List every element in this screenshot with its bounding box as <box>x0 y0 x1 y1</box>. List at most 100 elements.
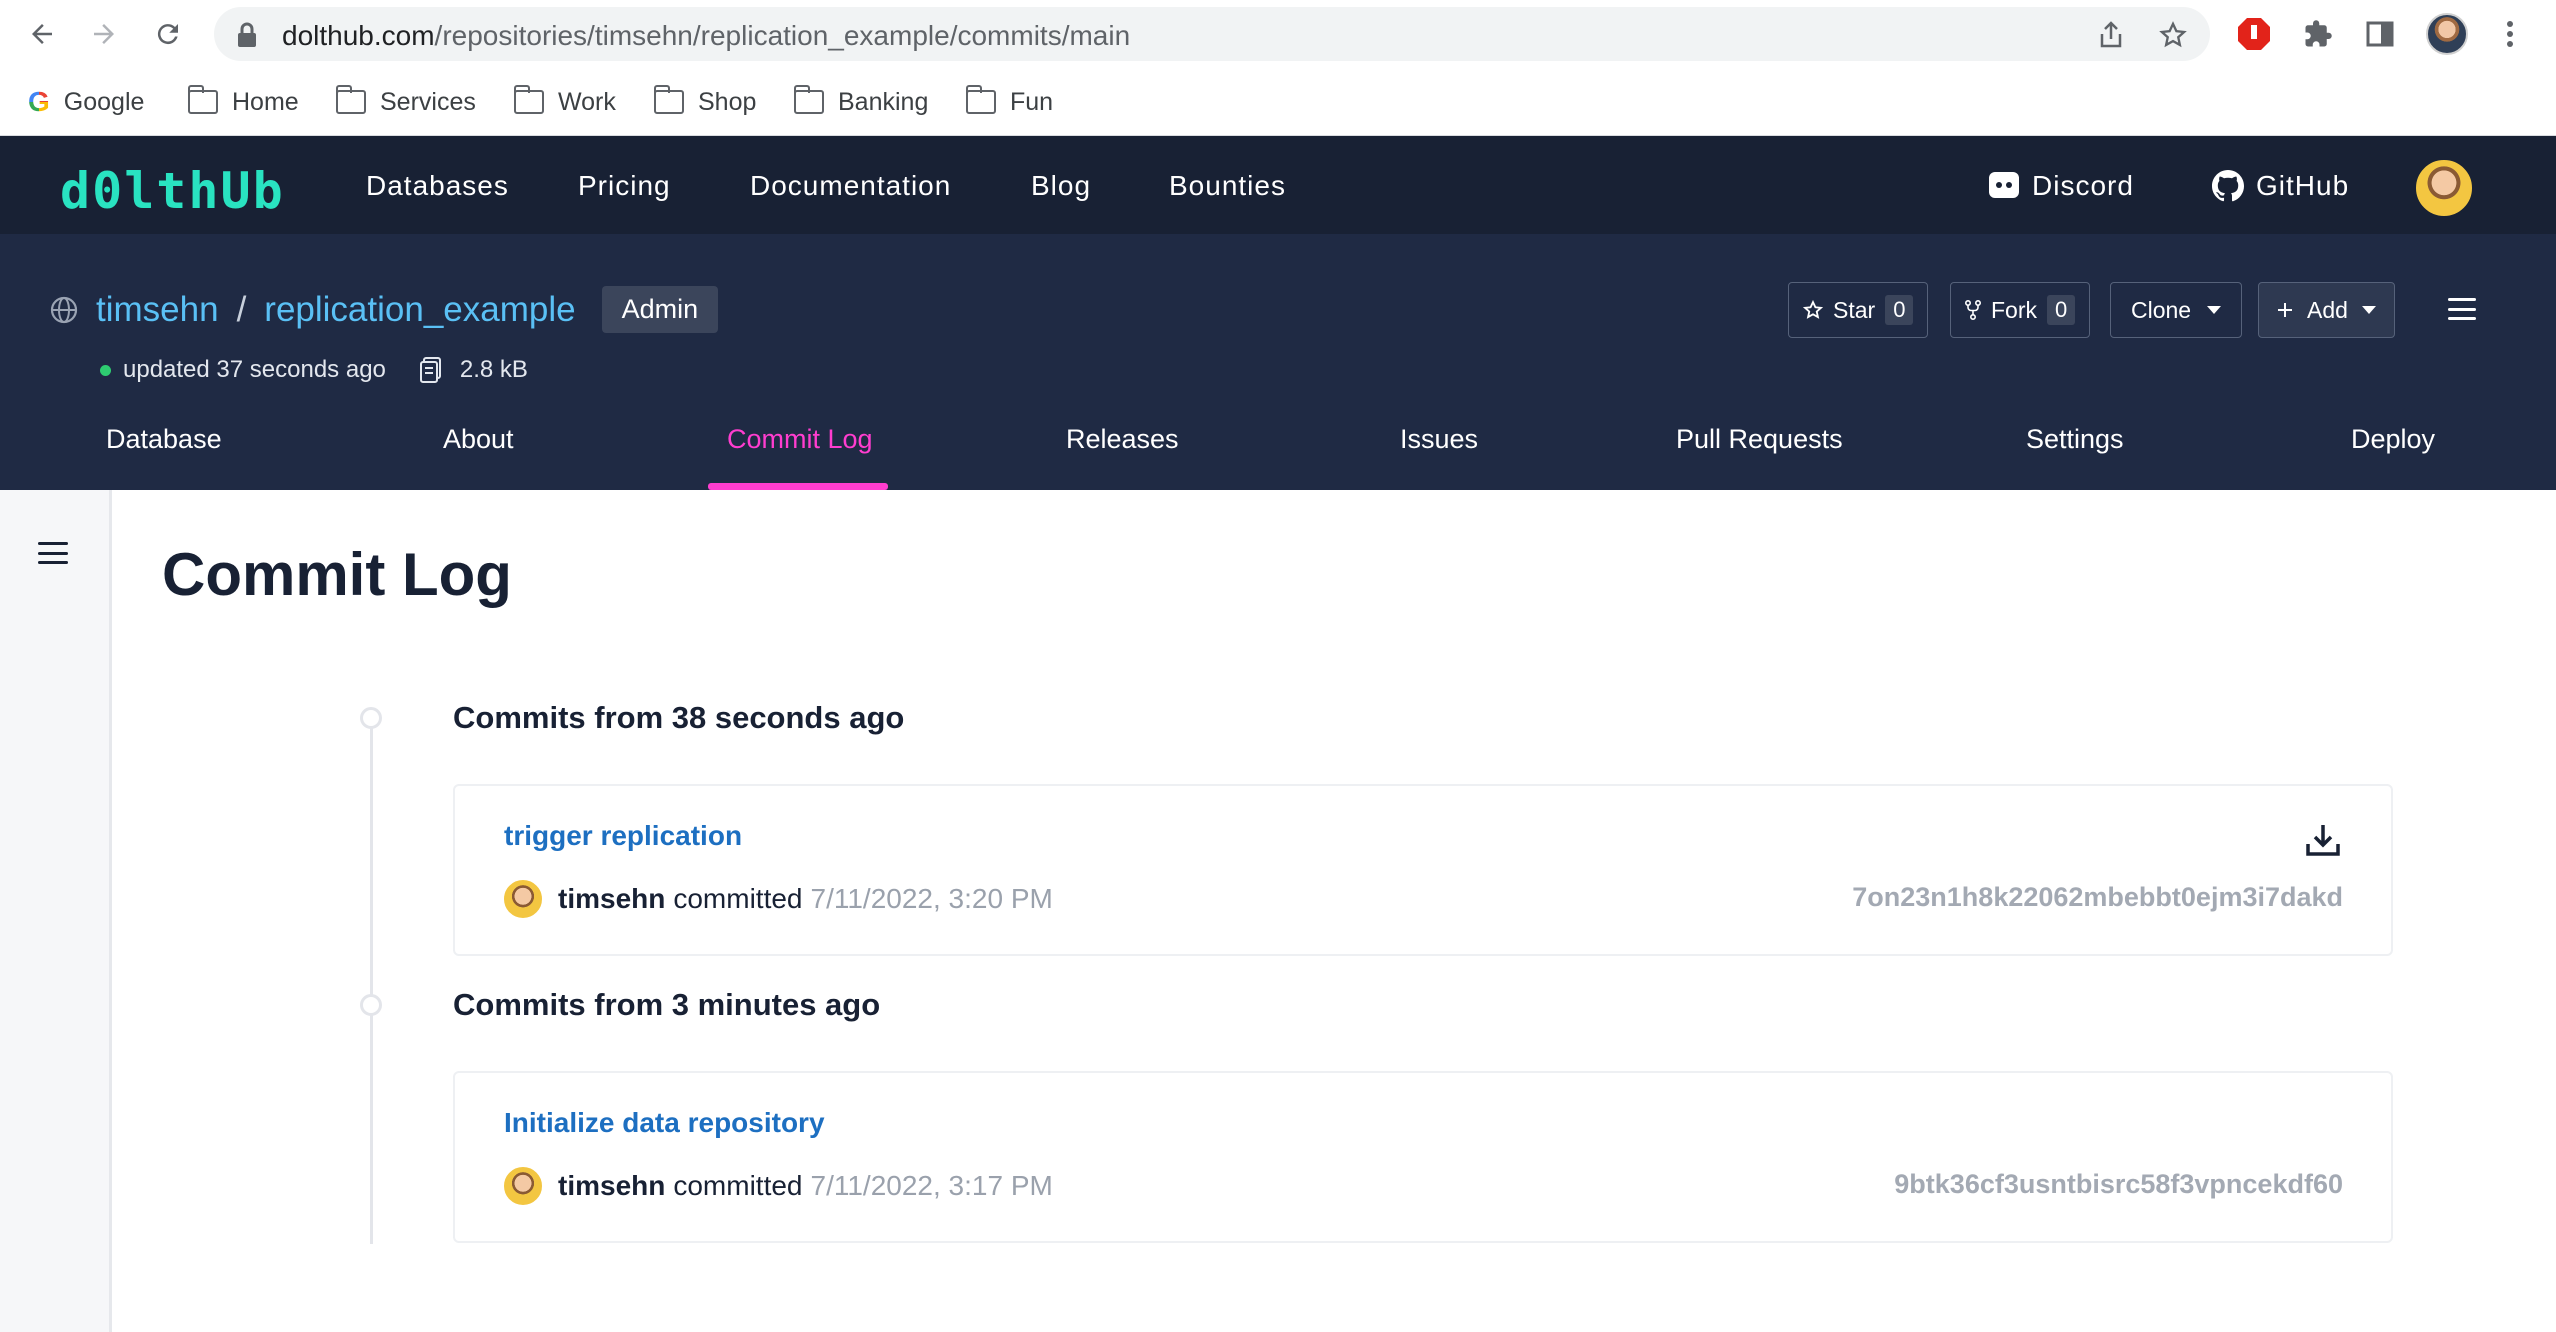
commit-message-link[interactable]: trigger replication <box>504 820 742 852</box>
commit-group-heading: Commits from 3 minutes ago <box>453 987 881 1022</box>
nav-github[interactable]: GitHub <box>2212 170 2349 202</box>
adblock-extension-icon[interactable] <box>2234 14 2274 54</box>
bookmark-fun[interactable]: Fun <box>965 82 1054 122</box>
star-count: 0 <box>1885 295 1914 325</box>
browser-profile-avatar[interactable] <box>2426 13 2468 55</box>
commit-message-link[interactable]: Initialize data repository <box>504 1107 825 1139</box>
commit-meta: timsehn committed 7/11/2022, 3:17 PM <box>504 1167 1053 1205</box>
tab-releases[interactable]: Releases <box>1066 424 1179 455</box>
folder-icon <box>513 85 544 114</box>
fork-icon <box>1965 300 1981 320</box>
tab-commit-log[interactable]: Commit Log <box>727 424 873 455</box>
author-avatar <box>504 1167 542 1205</box>
commit-hash-link[interactable]: 9btk36cf3usntbisrc58f3vpncekdf60 <box>1894 1169 2343 1200</box>
plus-icon <box>2278 303 2292 317</box>
updated-text: updated 37 seconds ago <box>123 356 386 383</box>
author-avatar <box>504 880 542 918</box>
back-icon[interactable] <box>22 14 62 54</box>
folder-icon <box>335 85 366 114</box>
bookmark-work[interactable]: Work <box>513 82 616 122</box>
commit-date: 7/11/2022, 3:17 PM <box>810 1170 1053 1201</box>
admin-badge: Admin <box>601 286 719 333</box>
folder-icon <box>793 85 824 114</box>
bookmark-services[interactable]: Services <box>335 82 476 122</box>
left-sidebar <box>0 490 112 1332</box>
nav-discord-label: Discord <box>2032 170 2134 201</box>
tab-about[interactable]: About <box>443 424 514 455</box>
star-label: Star <box>1833 296 1876 323</box>
clone-label: Clone <box>2131 296 2192 323</box>
tab-settings[interactable]: Settings <box>2026 424 2124 455</box>
repo-size: 2.8 kB <box>459 356 528 383</box>
nav-blog[interactable]: Blog <box>1031 170 1091 202</box>
dolthub-logo[interactable]: d0lthUb <box>60 162 285 220</box>
browser-menu-icon[interactable] <box>2490 14 2530 54</box>
page-title: Commit Log <box>162 541 512 608</box>
extensions-puzzle-icon[interactable] <box>2298 14 2338 54</box>
nav-pricing[interactable]: Pricing <box>578 170 671 202</box>
commit-hash-link[interactable]: 7on23n1h8k22062mbebbt0ejm3i7dakd <box>1852 882 2343 913</box>
sidebar-toggle-icon[interactable] <box>38 542 68 564</box>
bookmark-label: Google <box>63 87 145 116</box>
nav-bounties[interactable]: Bounties <box>1169 170 1286 202</box>
tab-issues[interactable]: Issues <box>1400 424 1478 455</box>
commit-author[interactable]: timsehn <box>558 883 665 915</box>
commit-date: 7/11/2022, 3:20 PM <box>810 883 1053 914</box>
google-icon: G <box>28 86 50 117</box>
browser-toolbar: dolthub.com/repositories/timsehn/replica… <box>0 0 2556 68</box>
nav-documentation[interactable]: Documentation <box>750 170 951 202</box>
active-tab-indicator <box>708 483 888 490</box>
folder-icon <box>653 85 684 114</box>
forward-icon[interactable] <box>84 14 124 54</box>
repo-menu-icon[interactable] <box>2448 298 2476 320</box>
repo-name-link[interactable]: replication_example <box>264 290 575 330</box>
bookmark-google[interactable]: G Google <box>28 82 144 122</box>
share-icon[interactable] <box>2096 20 2126 50</box>
repo-owner-link[interactable]: timsehn <box>96 290 219 330</box>
bookmark-label: Shop <box>698 87 757 116</box>
bookmark-label: Services <box>380 87 476 116</box>
address-bar[interactable]: dolthub.com/repositories/timsehn/replica… <box>214 7 2210 61</box>
repo-breadcrumb: timsehn / replication_example Admin <box>50 286 719 333</box>
add-button[interactable]: Add <box>2258 282 2395 338</box>
fork-button[interactable]: Fork 0 <box>1950 282 2091 338</box>
bookmark-home[interactable]: Home <box>187 82 299 122</box>
tab-pull-requests[interactable]: Pull Requests <box>1676 424 1843 455</box>
storage-icon <box>419 357 441 383</box>
star-button[interactable]: Star 0 <box>1788 282 1929 338</box>
chevron-down-icon <box>2207 306 2222 314</box>
user-avatar[interactable] <box>2416 160 2472 216</box>
lock-icon <box>236 22 258 53</box>
bookmark-banking[interactable]: Banking <box>793 82 929 122</box>
timeline-dot <box>360 994 382 1016</box>
url-text: dolthub.com/repositories/timsehn/replica… <box>282 20 1131 51</box>
timeline-line <box>370 718 373 1244</box>
discord-icon <box>1989 172 2019 198</box>
side-panel-icon[interactable] <box>2360 14 2400 54</box>
commit-verb: committed <box>673 883 803 914</box>
commit-meta: timsehn committed 7/11/2022, 3:20 PM <box>504 880 1053 918</box>
reload-icon[interactable] <box>148 14 188 54</box>
clone-button[interactable]: Clone <box>2110 282 2243 338</box>
bookmark-star-icon[interactable] <box>2158 20 2188 50</box>
github-icon <box>2212 170 2244 202</box>
chevron-down-icon <box>2361 306 2376 314</box>
commit-group-heading: Commits from 38 seconds ago <box>453 700 905 735</box>
commit-verb: committed <box>673 1170 803 1201</box>
add-label: Add <box>2307 296 2348 323</box>
bookmark-label: Banking <box>838 87 929 116</box>
folder-icon <box>187 85 218 114</box>
nav-databases[interactable]: Databases <box>366 170 509 202</box>
breadcrumb-separator: / <box>236 289 247 329</box>
tab-deploy[interactable]: Deploy <box>2351 424 2435 455</box>
star-icon <box>1803 300 1823 319</box>
tab-database[interactable]: Database <box>106 424 222 455</box>
commit-author[interactable]: timsehn <box>558 1170 665 1202</box>
globe-icon <box>50 296 78 323</box>
nav-discord[interactable]: Discord <box>1988 170 2134 202</box>
bookmark-shop[interactable]: Shop <box>653 82 757 122</box>
download-icon[interactable] <box>2303 820 2343 860</box>
repo-meta: updated 37 seconds ago 2.8 kB <box>100 356 528 384</box>
bookmark-label: Fun <box>1010 87 1054 116</box>
commit-card: Initialize data repository timsehn commi… <box>453 1071 2393 1243</box>
